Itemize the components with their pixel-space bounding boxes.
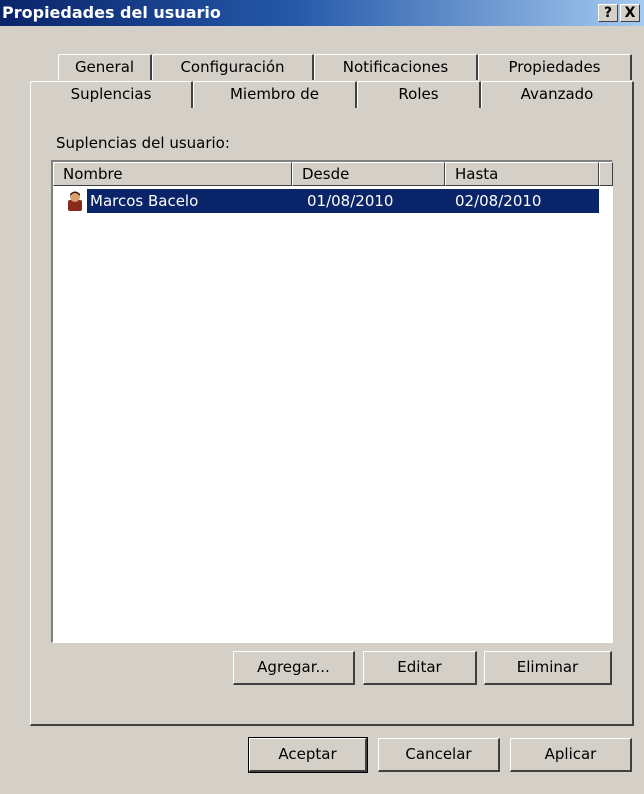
tab-label: Miembro de [229, 85, 319, 103]
window-title: Propiedades del usuario [2, 3, 221, 22]
cell-to: 02/08/2010 [445, 189, 599, 213]
section-label: Suplencias del usuario: [56, 134, 230, 152]
cell-from: 01/08/2010 [295, 189, 445, 213]
help-button[interactable]: ? [598, 4, 618, 22]
user-icon [68, 191, 82, 211]
title-bar[interactable]: Propiedades del usuario ? X [0, 0, 644, 26]
tab-avanzado[interactable]: Avanzado [481, 81, 634, 108]
column-header-hasta[interactable]: Hasta [445, 162, 599, 186]
close-icon: X [624, 5, 636, 21]
apply-button[interactable]: Aplicar [510, 738, 632, 772]
cancel-button[interactable]: Cancelar [378, 738, 500, 772]
ok-button[interactable]: Aceptar [248, 737, 368, 773]
cell-name: Marcos Bacelo [87, 189, 295, 213]
edit-button[interactable]: Editar [363, 651, 477, 685]
close-button[interactable]: X [620, 4, 640, 22]
tab-miembro-de[interactable]: Miembro de [193, 81, 357, 108]
tab-configuracion[interactable]: Configuración [152, 54, 314, 80]
substitutions-list[interactable]: Nombre Desde Hasta Marcos Bacelo 01/08/2… [51, 160, 613, 643]
tab-label: Notificaciones [342, 58, 449, 76]
tab-label: Configuración [180, 58, 285, 76]
column-header-filler [599, 162, 613, 186]
active-tab-bridge [31, 105, 191, 109]
tab-roles[interactable]: Roles [357, 81, 481, 108]
tab-notificaciones[interactable]: Notificaciones [314, 54, 478, 80]
tab-label: Suplencias [70, 85, 152, 103]
tab-propiedades[interactable]: Propiedades [478, 54, 632, 80]
tab-label: Propiedades [508, 58, 601, 76]
tab-label: Avanzado [520, 85, 594, 103]
help-icon: ? [603, 5, 613, 21]
delete-button[interactable]: Eliminar [484, 651, 612, 685]
tab-general[interactable]: General [58, 54, 152, 80]
tab-label: Roles [398, 85, 439, 103]
column-header-desde[interactable]: Desde [292, 162, 445, 186]
add-button[interactable]: Agregar... [233, 651, 355, 685]
column-header-nombre[interactable]: Nombre [53, 162, 292, 186]
table-row[interactable]: Marcos Bacelo 01/08/2010 02/08/2010 [53, 189, 599, 213]
tab-suplencias[interactable]: Suplencias [30, 81, 193, 108]
tab-label: General [74, 58, 135, 76]
